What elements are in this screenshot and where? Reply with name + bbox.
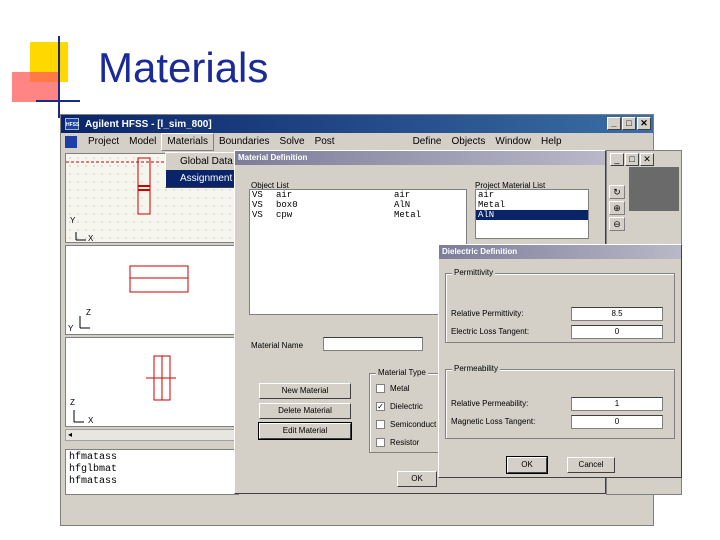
checkbox-semiconductor[interactable]: Semiconduct [376,420,436,429]
maximize-button[interactable]: □ [622,117,636,130]
menu-item-assignment[interactable]: Assignment [166,170,244,187]
list-item-selected[interactable]: AlN [476,210,588,220]
list-item[interactable]: VS box0 AlN [250,200,466,210]
minimize-button[interactable]: _ [610,153,624,166]
window-title: Agilent HFSS - [l_sim_800] [85,118,212,130]
dialog-title[interactable]: Material Definition [235,151,605,165]
relative-permittivity-row: Relative Permittivity: [451,309,523,318]
electric-loss-row: Electric Loss Tangent: [451,327,529,336]
close-button[interactable]: ✕ [640,153,654,166]
checkbox-box[interactable] [376,420,385,429]
group-caption: Permeability [452,364,501,373]
materials-dropdown: Global Data Assignment [165,152,245,188]
menu-boundaries[interactable]: Boundaries [214,134,275,150]
menubar: Project Model Materials Boundaries Solve… [61,133,653,151]
horizontal-scrollbar[interactable]: ◂ [65,429,237,441]
axis-label-vertical: Y [70,216,76,225]
toolbar-pane [629,167,679,211]
relative-permittivity-label: Relative Permittivity: [451,309,524,318]
axis-label-horizontal: X [88,416,94,425]
close-button[interactable]: ✕ [637,117,651,130]
scroll-left-icon[interactable]: ◂ [68,430,72,439]
edit-material-button[interactable]: Edit Material [258,422,352,440]
relative-permeability-field[interactable]: 1 [571,397,663,411]
axis-label-horizontal: X [88,234,94,243]
new-material-button[interactable]: New Material [259,383,351,399]
checkbox-metal[interactable]: Metal [376,384,410,393]
list-item[interactable]: VS cpw Metal [250,210,466,220]
dielectric-definition-dialog: Dielectric Definition Permittivity Relat… [438,244,682,478]
magnetic-loss-label: Magnetic Loss Tangent: [451,417,536,426]
slide-decoration-line [36,100,80,102]
document-icon[interactable] [65,136,77,148]
slide-title: Materials [98,44,269,91]
relative-permeability-row: Relative Permeability: [451,399,528,408]
electric-loss-field[interactable]: 0 [571,325,663,339]
magnetic-loss-row: Magnetic Loss Tangent: [451,417,535,426]
menu-item-global-data[interactable]: Global Data [166,153,244,170]
menu-post[interactable]: Post [310,134,340,150]
menu-objects[interactable]: Objects [446,134,490,150]
axis-label-vertical: Z [70,398,75,407]
menu-solve[interactable]: Solve [275,134,310,150]
material-name-field[interactable] [323,337,423,351]
viewport-xz[interactable]: Z X [65,337,237,427]
electric-loss-label: Electric Loss Tangent: [451,327,530,336]
ok-button[interactable]: OK [397,471,437,487]
axis-label-horizontal: Y [68,324,74,333]
output-line: hfmatass [69,476,118,487]
group-caption: Material Type [376,368,428,377]
menu-help[interactable]: Help [536,134,567,150]
list-item[interactable]: air [476,190,588,200]
axis-label-vertical: Z [86,308,91,317]
minimize-button[interactable]: _ [607,117,621,130]
zoom-in-icon[interactable]: ⊕ [609,201,625,215]
checkbox-dielectric[interactable]: ✓ Dielectric [376,402,423,411]
material-type-group: Material Type Metal ✓ Dielectric Semicon… [369,368,439,453]
restore-button[interactable]: □ [625,153,639,166]
model-drawing [79,265,189,329]
checkmark-icon[interactable]: ✓ [376,402,385,411]
viewport-yz[interactable]: Z Y [65,245,237,335]
slide-decoration-red [12,72,60,102]
list-item[interactable]: Metal [476,200,588,210]
checkbox-box[interactable] [376,384,385,393]
output-line: hfglbmat [69,464,118,475]
window-titlebar[interactable]: HFSS Agilent HFSS - [l_sim_800] _ □ ✕ [61,115,653,133]
output-line: hfmatass [69,452,118,463]
delete-material-button[interactable]: Delete Material [259,403,351,419]
menu-model[interactable]: Model [124,134,161,150]
ok-button[interactable]: OK [506,456,548,474]
checkbox-box[interactable] [376,438,385,447]
model-drawing [73,355,176,423]
command-output: hfmatass hfglbmat hfmatass [65,449,239,495]
checkbox-resistor[interactable]: Resistor [376,438,419,447]
relative-permittivity-field[interactable]: 8.5 [571,307,663,321]
zoom-out-icon[interactable]: ⊖ [609,217,625,231]
slide-decoration-line [58,36,60,118]
object-list[interactable]: VS air air VS box0 AlN VS cpw Metal [249,189,467,315]
cancel-button[interactable]: Cancel [567,457,615,473]
menu-project[interactable]: Project [83,134,124,150]
rotate-icon[interactable]: ↻ [609,185,625,199]
project-material-list[interactable]: air Metal AlN [475,189,589,239]
menu-materials[interactable]: Materials [161,133,214,151]
group-caption: Permittivity [452,268,496,277]
material-name-label: Material Name [251,341,304,350]
menu-define[interactable]: Define [408,134,447,150]
hfss-logo-icon: HFSS [65,118,79,130]
list-item[interactable]: VS air air [250,190,466,200]
magnetic-loss-field[interactable]: 0 [571,415,663,429]
menu-window[interactable]: Window [490,134,536,150]
dialog-title[interactable]: Dielectric Definition [439,245,681,259]
relative-permeability-label: Relative Permeability: [451,399,529,408]
